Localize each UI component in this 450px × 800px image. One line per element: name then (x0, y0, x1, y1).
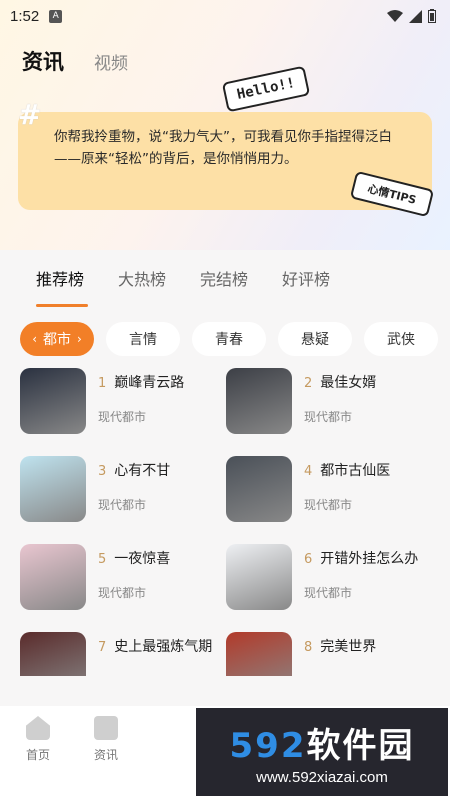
book-cover (20, 368, 86, 434)
active-tab-underline (36, 304, 88, 307)
book-cover (226, 544, 292, 610)
watermark-url: www.592xiazai.com (256, 769, 388, 786)
book-title: 完美世界 (320, 639, 377, 655)
rank-tab-recommend[interactable]: 推荐榜 (36, 266, 84, 290)
chip-urban[interactable]: 都市 (20, 322, 94, 356)
battery-icon (428, 9, 436, 23)
news-icon (94, 716, 119, 740)
watermark-logo: 592软件园 www.592xiazai.com (196, 708, 448, 796)
book-rank: 2 (304, 376, 313, 391)
book-title: 都市古仙医 (320, 463, 391, 479)
nav-home-label: 首页 (26, 748, 51, 762)
book-item[interactable]: 3 心有不甘现代都市 (20, 456, 230, 528)
book-cover (226, 632, 292, 676)
book-item[interactable]: 5 一夜惊喜现代都市 (20, 544, 230, 616)
nav-news[interactable]: 资讯 (94, 706, 118, 800)
sim-icon: A (49, 9, 63, 23)
book-item[interactable]: 4 都市古仙医现代都市 (226, 456, 436, 528)
book-title: 一夜惊喜 (114, 551, 171, 567)
book-list: 1 巅峰青云路 现代都市 2 最佳女婿 现代都市 3 心有不甘 现代都市 4 都市古仙医 现代都… (0, 366, 450, 676)
hash-decoration: # (18, 98, 42, 131)
tab-news[interactable]: 资讯 (22, 46, 64, 76)
book-genre: 现代都市 (98, 498, 147, 512)
book-item[interactable]: 6 开错外挂怎么办现代都市 (226, 544, 436, 616)
book-genre: 现代都市 (304, 410, 353, 424)
status-bar: 1:52 A (0, 0, 450, 32)
book-cover (20, 456, 86, 522)
book-rank: 1 (98, 376, 107, 391)
book-genre: 现代都市 (304, 498, 353, 512)
tab-video[interactable]: 视频 (94, 49, 128, 74)
home-icon (26, 716, 50, 740)
book-rank: 4 (304, 464, 313, 479)
watermark-number: 592 (229, 726, 307, 766)
book-title: 巅峰青云路 (114, 375, 185, 391)
category-chips: 都市 言情 青春 悬疑 武侠 (20, 322, 438, 356)
book-rank: 5 (98, 552, 107, 567)
chip-martial[interactable]: 武侠 (364, 322, 438, 356)
rank-tab-hot[interactable]: 大热榜 (118, 266, 166, 290)
chip-youth[interactable]: 青春 (192, 322, 266, 356)
status-icons (387, 9, 436, 23)
wifi-icon (387, 9, 403, 22)
nav-news-label: 资讯 (94, 748, 119, 762)
status-time: 1:52 (10, 7, 40, 25)
book-item[interactable]: 8 完美世界 (226, 632, 436, 676)
book-cover (20, 632, 86, 676)
book-item[interactable]: 2 最佳女婿现代都市 (226, 368, 436, 440)
book-rank: 6 (304, 552, 313, 567)
book-cover (20, 544, 86, 610)
tip-text: 你帮我拎重物，说“我力气大”，可我看见你手指捏得泛白——原来“轻松”的背后，是你… (54, 129, 392, 167)
book-title: 开错外挂怎么办 (320, 551, 419, 567)
book-title: 史上最强炼气期 (114, 639, 213, 655)
chip-mystery[interactable]: 悬疑 (278, 322, 352, 356)
rank-tabs: 推荐榜 大热榜 完结榜 好评榜 (36, 266, 330, 290)
book-genre: 现代都市 (98, 410, 147, 424)
book-genre: 现代都市 (304, 586, 353, 600)
book-rank: 7 (98, 640, 107, 655)
book-genre: 现代都市 (98, 586, 147, 600)
watermark-text: 软件园 (306, 726, 415, 766)
signal-icon (409, 9, 422, 23)
book-cover (226, 456, 292, 522)
nav-home[interactable]: 首页 (26, 706, 50, 800)
top-tabs: 资讯 视频 (22, 46, 128, 76)
rank-tab-finished[interactable]: 完结榜 (200, 266, 248, 290)
book-title: 心有不甘 (114, 463, 171, 479)
book-item[interactable]: 7 史上最强炼气期 (20, 632, 230, 676)
book-title: 最佳女婿 (320, 375, 377, 391)
book-cover (226, 368, 292, 434)
book-item[interactable]: 1 巅峰青云路现代都市 (20, 368, 230, 440)
rank-tab-rated[interactable]: 好评榜 (282, 266, 330, 290)
book-rank: 8 (304, 640, 313, 655)
chip-romance[interactable]: 言情 (106, 322, 180, 356)
book-rank: 3 (98, 464, 107, 479)
